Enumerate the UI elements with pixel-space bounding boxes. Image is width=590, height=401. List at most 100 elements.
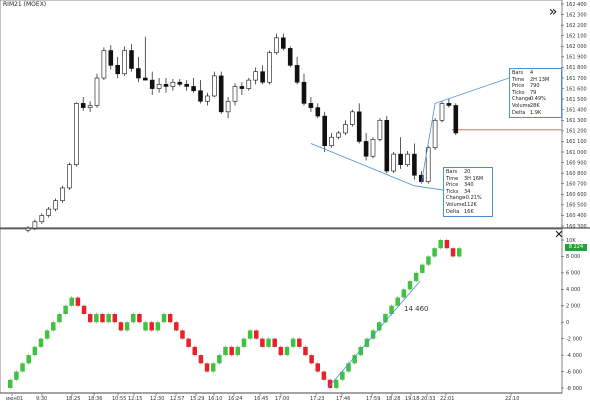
time-axis-label: 16:24 <box>228 396 242 401</box>
indicator-brick <box>198 355 204 364</box>
candle-body <box>260 71 265 83</box>
candle-body <box>25 227 31 231</box>
info-row: Ticks 79 <box>512 90 559 97</box>
candle-body <box>329 136 334 146</box>
indicator-brick <box>26 355 31 364</box>
indicator-brick <box>333 379 339 388</box>
candle-body <box>405 153 410 165</box>
candle-body <box>336 132 341 138</box>
indicator-axis-label: -2 000 <box>566 336 582 342</box>
indicator-brick <box>63 305 68 314</box>
measure-line-lower <box>310 143 444 191</box>
candle-body <box>129 50 134 69</box>
price-axis-label: 161 000 <box>566 150 587 156</box>
price-axis-label: 161 700 <box>566 76 587 82</box>
indicator-brick <box>450 248 456 257</box>
info-row: Price 340 <box>446 182 490 189</box>
indicator-brick <box>266 338 271 347</box>
indicator-brick <box>149 322 154 331</box>
indicator-brick <box>217 355 222 364</box>
measure-info-box-upper: Bars 4 Time 2Н 13М Price 790 Ticks 79 Change 0.49… <box>509 68 562 119</box>
candle-body <box>80 103 86 108</box>
info-key: Ticks <box>446 188 459 195</box>
time-axis-label: 22:01 <box>440 396 454 401</box>
info-key: Time <box>512 76 525 83</box>
info-key: Change <box>512 96 532 103</box>
info-key: Delta <box>512 109 526 116</box>
indicator-brick <box>444 240 450 249</box>
info-row: Delta 16K <box>446 209 490 216</box>
indicator-axis-label: 4 000 <box>566 287 580 293</box>
info-value: 16K <box>464 208 474 215</box>
info-value: 790 <box>530 83 540 90</box>
info-key: Delta <box>446 208 460 215</box>
candle-body <box>143 77 148 81</box>
candle-body <box>363 141 369 157</box>
close-icon[interactable]: ✕ <box>553 229 565 241</box>
candle-body <box>163 84 169 87</box>
indicator-brick <box>8 379 13 388</box>
info-key: Bars <box>446 169 458 175</box>
indicator-brick <box>260 338 265 347</box>
info-row: Bars 4 <box>512 70 559 77</box>
candle-body <box>46 208 52 216</box>
price-axis-label: 161 100 <box>566 139 587 145</box>
indicator-brick <box>210 363 216 372</box>
candle-body <box>294 65 300 83</box>
info-value: 4 <box>530 70 534 76</box>
candle-body <box>191 86 196 91</box>
candle-body <box>398 153 403 165</box>
chart-canvas[interactable]: 162 400 162 300 162 200 162 100 162 000 161 9… <box>0 0 590 401</box>
indicator-axis-label: -6 000 <box>566 369 582 375</box>
indicator-brick <box>118 322 124 331</box>
price-axis-label: 162 000 <box>566 44 587 50</box>
info-row: Ticks 34 <box>446 189 490 196</box>
time-axis-label: 12:15 <box>128 396 142 401</box>
indicator-axis-label: 10K <box>566 238 576 244</box>
candle-body <box>74 103 79 165</box>
indicator-brick <box>38 338 44 347</box>
candle-body <box>115 65 120 75</box>
time-axis-label: 17:46 <box>336 396 350 401</box>
price-axis-label: 160 500 <box>566 203 587 209</box>
info-value: 340 <box>464 182 474 189</box>
measure-annotation: 14 460 <box>404 305 429 313</box>
price-axis-label: 162 100 <box>566 34 587 40</box>
indicator-brick <box>272 338 277 347</box>
info-value: 2Н 13М <box>530 76 550 83</box>
candle-body <box>446 103 452 106</box>
info-value: 79 <box>530 89 537 96</box>
indicator-measure-line <box>327 280 421 389</box>
price-axis-label: 162 300 <box>566 12 587 18</box>
time-axis-label: 10:55 <box>112 396 126 401</box>
indicator-brick <box>174 322 179 331</box>
price-axis-label: 162 200 <box>566 23 587 29</box>
time-axis-label: 19:18 <box>405 396 419 401</box>
candle-body <box>370 139 376 157</box>
indicator-brick <box>81 305 87 314</box>
indicator-brick <box>254 330 259 339</box>
indicator-brick <box>167 314 173 323</box>
indicator-axis-label: 6 000 <box>566 271 580 277</box>
candle-body <box>391 153 397 172</box>
price-axis-label: 160 600 <box>566 192 587 198</box>
info-row: Change -0.21% <box>446 195 490 202</box>
info-key: Change <box>446 195 466 202</box>
indicator-brick <box>401 289 407 298</box>
indicator-brick <box>106 314 111 323</box>
candle-body <box>412 153 417 176</box>
indicator-brick <box>290 338 296 347</box>
candle-body <box>267 52 272 83</box>
chart-window: 162 400 162 300 162 200 162 100 162 000 161 9… <box>0 0 590 401</box>
time-axis-label: 16:10 <box>208 396 222 401</box>
indicator-brick <box>112 314 118 323</box>
indicator-brick <box>94 314 99 323</box>
candle-body <box>246 79 252 89</box>
double-chevron-right-icon[interactable]: » <box>545 5 561 21</box>
candle-body <box>198 90 203 102</box>
candle-body <box>439 103 445 121</box>
indicator-brick <box>44 330 50 339</box>
indicator-brick <box>51 322 56 331</box>
candle-body <box>170 81 176 87</box>
indicator-current-value: 8 224 <box>565 244 587 251</box>
